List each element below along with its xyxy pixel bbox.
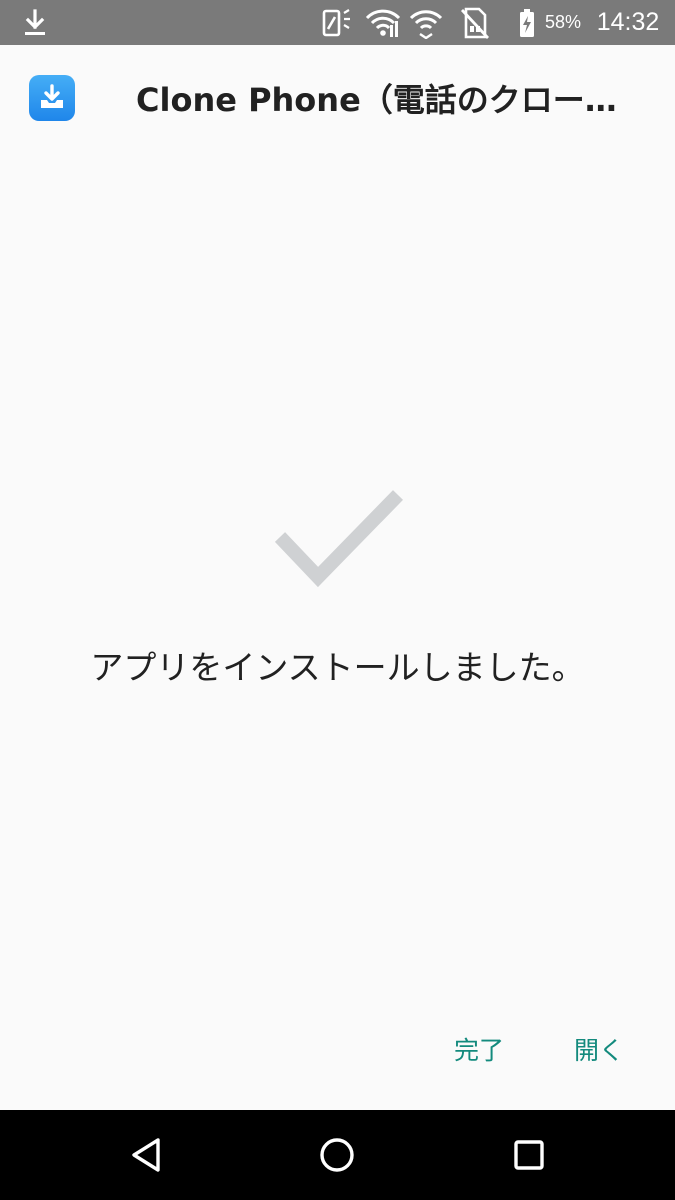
checkmark-icon: [274, 490, 404, 588]
wifi-icon: [362, 0, 404, 45]
signal-off-icon: [318, 0, 354, 45]
battery-charging-icon: [514, 0, 540, 45]
app-title: Clone Phone（電話のクロー…: [136, 81, 617, 119]
clock-time: 14:32: [596, 8, 660, 36]
battery-percent: 58%: [544, 12, 582, 32]
download-icon: [18, 0, 52, 45]
home-icon[interactable]: [312, 1130, 362, 1180]
back-icon[interactable]: [121, 1130, 171, 1180]
download-tray-icon: [29, 75, 75, 121]
open-button[interactable]: 開く: [568, 1024, 630, 1078]
recents-icon[interactable]: [504, 1130, 554, 1180]
install-complete-message: アプリをインストールしました。: [90, 648, 585, 687]
status-bar: 58% 14:32: [0, 0, 675, 45]
screen: 58% 14:32 Clone Phone（電話のクロー… アプリをインストール…: [0, 0, 675, 1200]
wifi-icon: [406, 0, 446, 45]
app-header: Clone Phone（電話のクロー…: [0, 45, 675, 155]
done-button[interactable]: 完了: [448, 1024, 510, 1078]
sim-off-icon: [454, 0, 494, 45]
navigation-bar: [0, 1110, 675, 1200]
